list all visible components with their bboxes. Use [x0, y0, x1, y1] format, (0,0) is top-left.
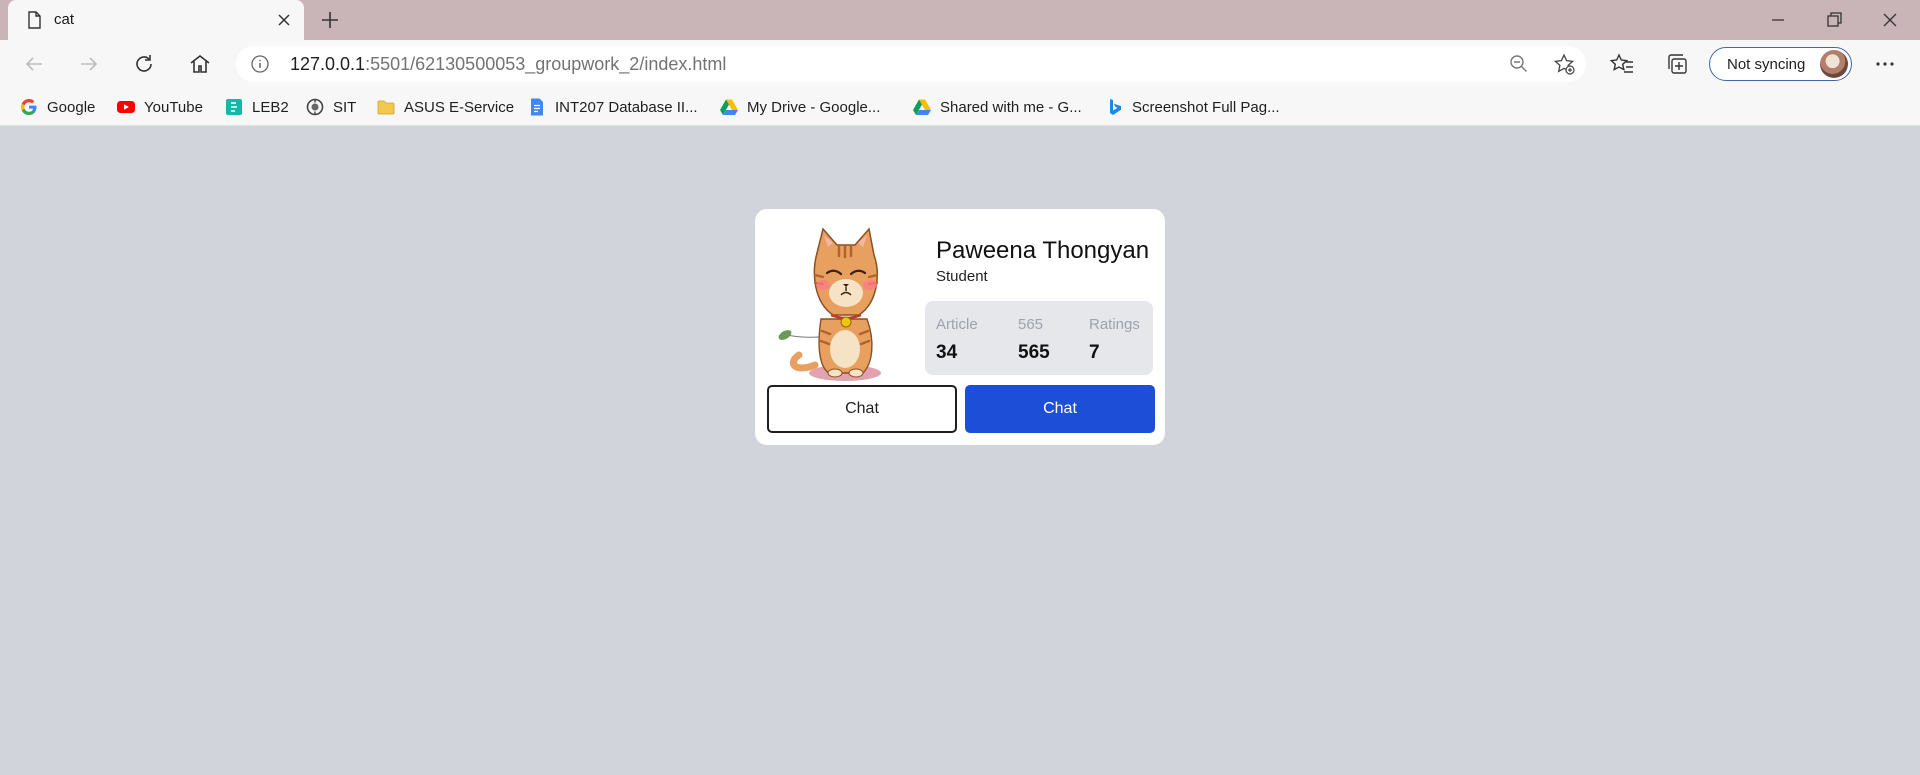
leb2-icon [226, 99, 242, 115]
stats-panel: Article 565 Ratings 34 565 7 [925, 301, 1153, 375]
site-info-icon[interactable] [250, 54, 270, 74]
bookmark-leb2[interactable]: LEB2 [224, 94, 289, 120]
youtube-icon [117, 101, 135, 113]
cat-avatar-image [778, 227, 881, 381]
bookmark-label: LEB2 [252, 98, 289, 116]
bookmark-label: Shared with me - G... [940, 98, 1082, 116]
bookmark-label: INT207 Database II... [555, 98, 698, 116]
bookmark-label: ASUS E-Service [404, 98, 515, 116]
chat-outline-button[interactable]: Chat [767, 385, 957, 433]
profile-name: Paweena Thongyan [936, 237, 1150, 264]
bookmark-label: Google [47, 98, 96, 116]
minimize-icon[interactable] [1764, 6, 1792, 34]
sit-icon [306, 98, 324, 116]
google-icon [20, 98, 37, 116]
bookmark-label: My Drive - Google... [747, 98, 881, 116]
forward-icon[interactable] [75, 50, 103, 78]
zoom-out-icon[interactable] [1508, 53, 1530, 75]
favorites-icon[interactable] [1608, 50, 1636, 78]
new-tab-icon[interactable] [318, 8, 342, 32]
tab-strip: cat [0, 0, 1920, 40]
tab-title: cat [54, 11, 75, 28]
close-tab-icon[interactable] [274, 10, 294, 30]
browser-toolbar: 127.0.0.1:5501/62130500053_groupwork_2/i… [0, 40, 1920, 88]
folder-icon [377, 100, 395, 115]
profile-avatar [1820, 50, 1848, 78]
sync-status-label: Not syncing [1727, 56, 1806, 73]
bookmark-youtube[interactable]: YouTube [116, 94, 203, 120]
home-icon[interactable] [186, 50, 214, 78]
bookmark-int207[interactable]: INT207 Database II... [527, 94, 698, 120]
bookmark-my-drive[interactable]: My Drive - Google... [719, 94, 880, 120]
browser-tab[interactable]: cat [8, 0, 304, 40]
bookmark-sit[interactable]: SIT [305, 94, 356, 120]
url-text[interactable]: 127.0.0.1:5501/62130500053_groupwork_2/i… [290, 54, 726, 75]
bookmark-label: YouTube [144, 98, 203, 116]
chat-primary-button[interactable]: Chat [965, 385, 1155, 433]
google-drive-icon [913, 99, 931, 115]
bookmark-asus-e-service[interactable]: ASUS E-Service [376, 94, 514, 120]
bookmark-screenshot-full-page[interactable]: Screenshot Full Pag... [1104, 94, 1280, 120]
stat-label-article: Article [936, 316, 978, 333]
stat-value-followers: 565 [1018, 342, 1050, 363]
restore-icon[interactable] [1820, 6, 1848, 34]
profile-role: Student [936, 268, 988, 285]
google-docs-icon [531, 98, 543, 116]
bookmark-google[interactable]: Google [19, 94, 95, 120]
stat-value-ratings: 7 [1089, 342, 1100, 363]
google-drive-icon [720, 99, 738, 115]
stat-value-article: 34 [936, 342, 958, 363]
collections-icon[interactable] [1663, 50, 1691, 78]
stat-label-ratings: Ratings [1089, 316, 1140, 333]
add-favorite-icon[interactable] [1552, 52, 1576, 76]
back-icon[interactable] [20, 50, 48, 78]
address-bar[interactable]: 127.0.0.1:5501/62130500053_groupwork_2/i… [236, 46, 1586, 82]
url-host: 127.0.0.1 [290, 54, 366, 74]
bookmark-label: SIT [333, 98, 357, 116]
stat-label-followers: 565 [1018, 316, 1044, 333]
profile-sync-button[interactable]: Not syncing [1709, 47, 1852, 81]
bing-icon [1110, 99, 1121, 115]
bookmark-label: Screenshot Full Pag... [1132, 98, 1280, 116]
bookmark-shared-with-me[interactable]: Shared with me - G... [912, 94, 1082, 120]
profile-card: Paweena Thongyan Student Article 565 Rat… [755, 209, 1165, 445]
url-path: :5501/62130500053_groupwork_2/index.html [365, 54, 727, 74]
more-options-icon[interactable] [1871, 50, 1899, 78]
page-icon [28, 11, 41, 29]
bookmarks-bar: Google YouTube LEB2 SIT ASUS E-Service I… [0, 88, 1920, 126]
window-close-icon[interactable] [1876, 6, 1904, 34]
reload-icon[interactable] [130, 50, 158, 78]
